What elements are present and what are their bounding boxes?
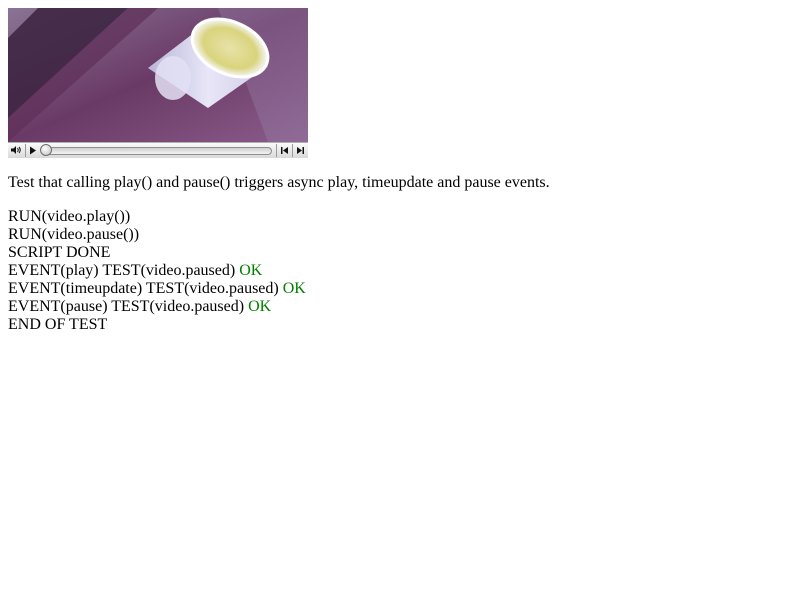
rewind-button[interactable] xyxy=(278,143,291,158)
log-line: EVENT(play) TEST(video.paused) OK xyxy=(8,262,306,280)
log-text: EVENT(play) TEST(video.paused) xyxy=(8,262,236,279)
log-line: END OF TEST xyxy=(8,316,108,333)
log-line: RUN(video.play()) xyxy=(8,208,131,225)
step-back-icon xyxy=(280,142,289,159)
timeline-thumb[interactable] xyxy=(40,144,52,156)
video-frame xyxy=(8,8,308,142)
log-line: RUN(video.pause()) xyxy=(8,226,140,243)
forward-button[interactable] xyxy=(294,143,307,158)
test-log: RUN(video.play()) RUN(video.pause()) SCR… xyxy=(8,208,306,334)
log-text: EVENT(pause) TEST(video.paused) xyxy=(8,298,245,315)
ok-status: OK xyxy=(239,262,263,279)
log-line: EVENT(timeupdate) TEST(video.paused) OK xyxy=(8,280,306,298)
video-player[interactable] xyxy=(8,8,308,158)
speaker-icon xyxy=(10,142,22,159)
log-text: EVENT(timeupdate) TEST(video.paused) xyxy=(8,280,279,297)
timeline-slider[interactable] xyxy=(40,144,272,156)
step-forward-icon xyxy=(296,142,305,159)
log-line: EVENT(pause) TEST(video.paused) OK xyxy=(8,298,306,316)
test-description: Test that calling play() and pause() tri… xyxy=(8,174,550,191)
play-icon xyxy=(29,142,37,159)
log-line: SCRIPT DONE xyxy=(8,244,111,261)
play-button[interactable] xyxy=(27,143,39,158)
volume-button[interactable] xyxy=(8,143,23,158)
video-controls xyxy=(8,142,308,158)
ok-status: OK xyxy=(248,298,272,315)
video-frame-image xyxy=(8,8,308,142)
ok-status: OK xyxy=(282,280,306,297)
